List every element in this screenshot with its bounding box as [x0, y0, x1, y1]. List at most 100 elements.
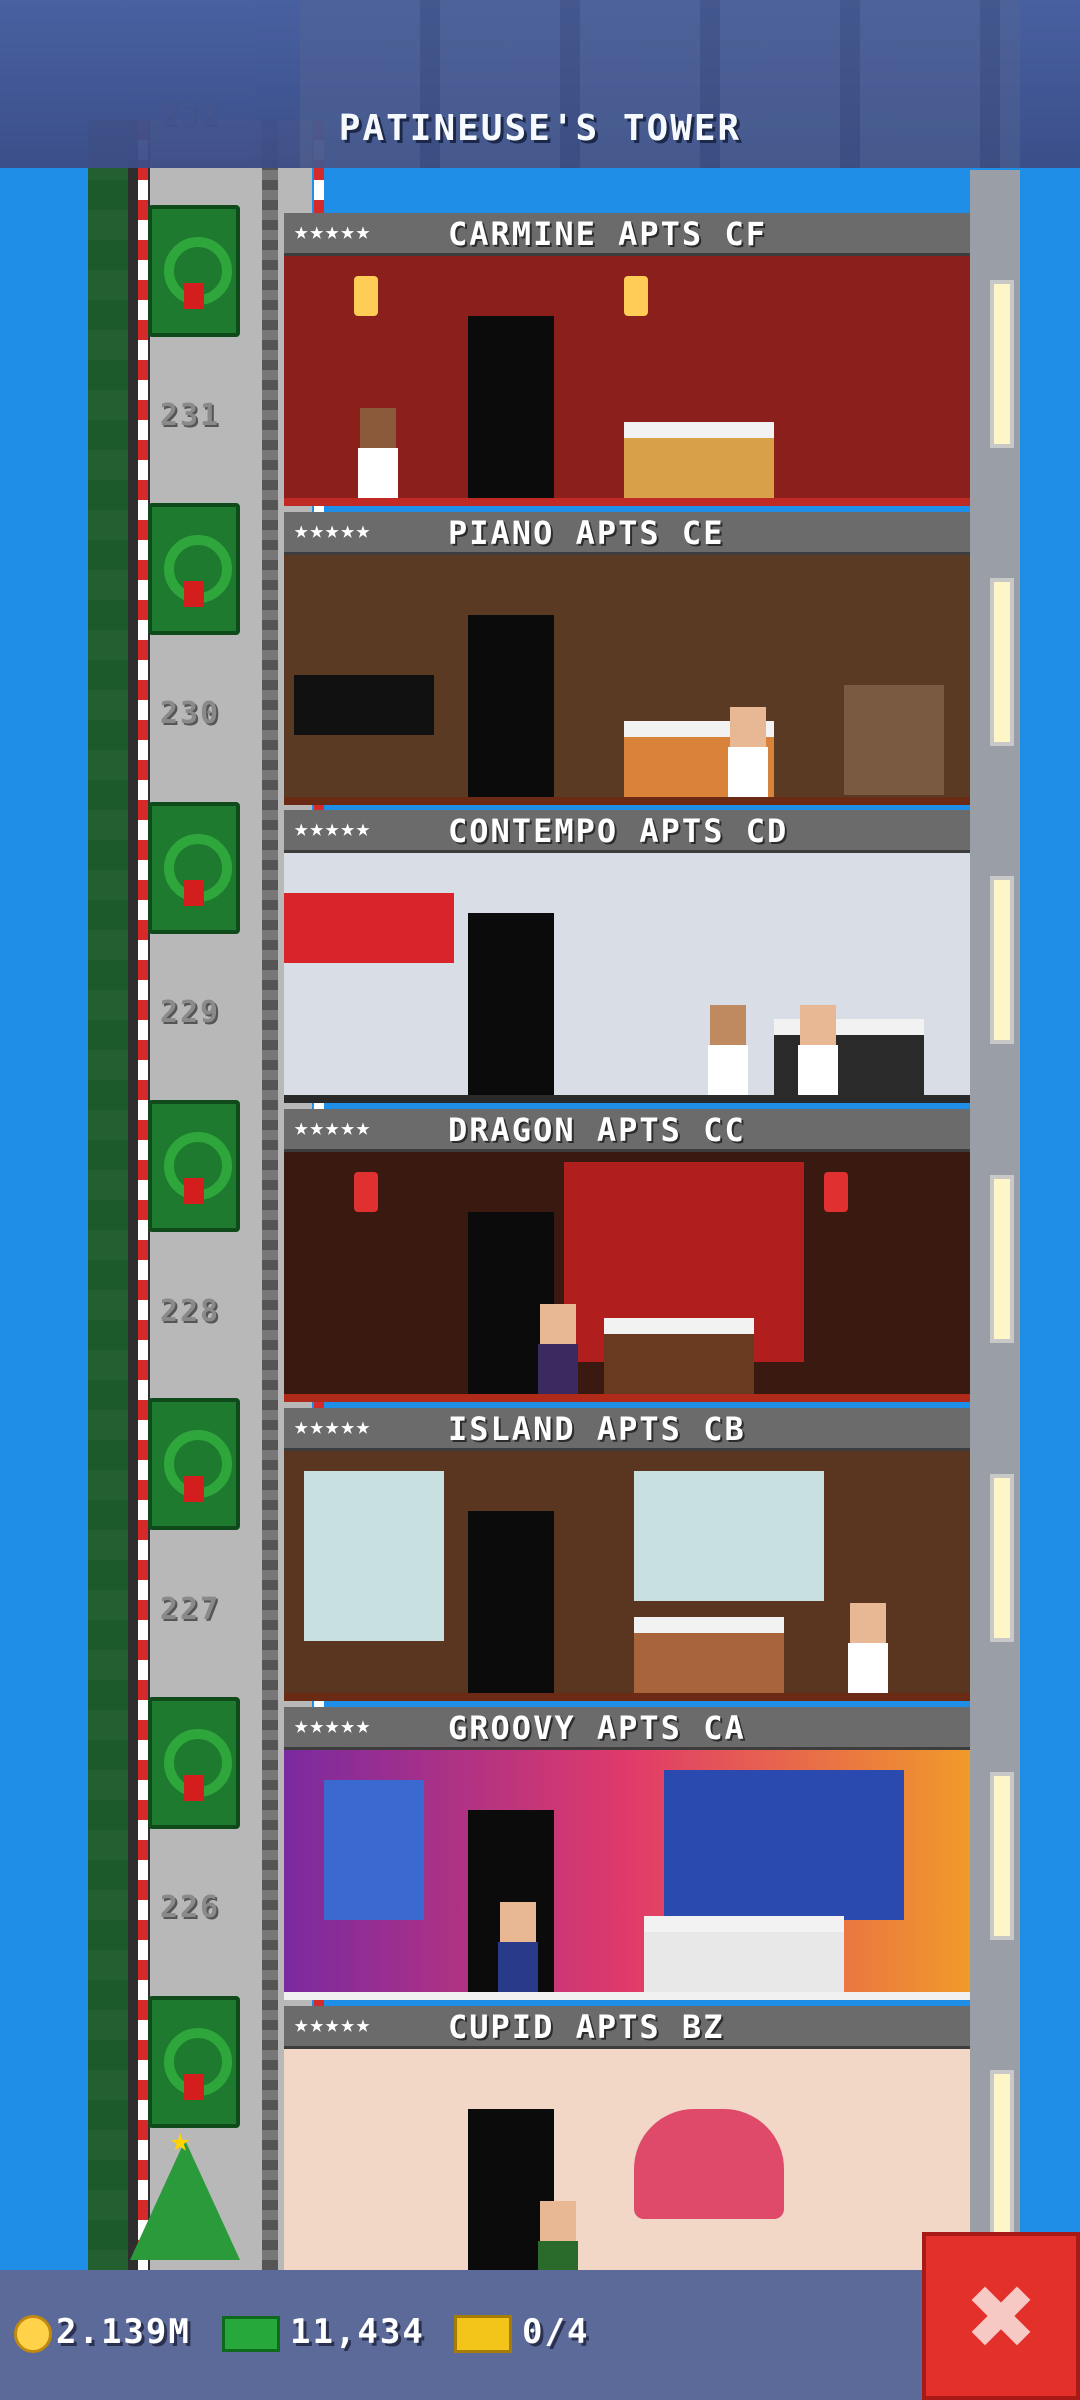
floor-stars: ★★★★★ — [294, 217, 372, 245]
elevator-floor-number: 231 — [159, 398, 221, 433]
room-interior — [284, 256, 970, 506]
floor-stars: ★★★★★ — [294, 1412, 372, 1440]
window-light — [990, 280, 1014, 448]
wreath-icon — [148, 1100, 240, 1232]
bed — [624, 422, 774, 498]
window-light — [990, 876, 1014, 1044]
window-light — [990, 578, 1014, 746]
tower-resident[interactable] — [354, 408, 402, 500]
elevator-floor-number: 226 — [159, 1890, 221, 1925]
fireplace — [844, 685, 944, 795]
wreath-icon — [148, 802, 240, 934]
room-interior — [284, 853, 970, 1103]
floor-stars: ★★★★★ — [294, 1113, 372, 1141]
tickets-display[interactable]: 0/4 — [454, 2302, 589, 2362]
elevator-rope-left — [138, 120, 148, 2270]
piano — [294, 675, 434, 735]
bux-display[interactable]: 11,434 — [222, 2302, 425, 2362]
floor-label-bar: ★★★★★ CONTEMPO APTS CD — [284, 810, 970, 853]
floor-label-bar: ★★★★★ CARMINE APTS CF — [284, 213, 970, 256]
coin-icon — [14, 2314, 52, 2353]
floor-label-bar: ★★★★★ DRAGON APTS CC — [284, 1109, 970, 1152]
tower-resident[interactable] — [794, 1005, 842, 1097]
window-light — [990, 1772, 1014, 1940]
floor-name: DRAGON APTS CC — [448, 1111, 746, 1149]
window — [634, 1471, 824, 1601]
room-door — [468, 615, 554, 805]
floor-piano-apts[interactable]: ★★★★★ PIANO APTS CE — [284, 512, 970, 810]
floor-contempo-apts[interactable]: ★★★★★ CONTEMPO APTS CD — [284, 810, 970, 1108]
wreath-icon — [148, 1398, 240, 1530]
tower-resident[interactable] — [494, 1902, 542, 1994]
tower-resident[interactable] — [704, 1005, 752, 1097]
room-interior — [284, 555, 970, 805]
shaft-rail-right — [262, 120, 278, 2270]
tickets-value: 0/4 — [522, 2312, 590, 2352]
elevator-floor-number: 228 — [159, 1294, 221, 1329]
tower-resident[interactable] — [844, 1603, 892, 1695]
window-light — [990, 2070, 1014, 2238]
floor-name: CONTEMPO APTS CD — [448, 812, 789, 850]
room-door — [468, 1511, 554, 1701]
lantern — [824, 1172, 848, 1212]
bed — [634, 1617, 784, 1693]
floor-carmine-apts[interactable]: ★★★★★ CARMINE APTS CF — [284, 213, 970, 511]
elevator-floor-number: 230 — [159, 696, 221, 731]
room-door — [468, 316, 554, 506]
floor-label-bar: ★★★★★ GROOVY APTS CA — [284, 1707, 970, 1750]
christmas-tree-icon: ★ — [130, 2120, 240, 2270]
floor-label-bar: ★★★★★ CUPID APTS BZ — [284, 2006, 970, 2049]
window-light — [990, 1175, 1014, 1343]
tower-header: PATINEUSE'S TOWER — [0, 0, 1080, 168]
room-interior — [284, 2049, 970, 2299]
bottom-hud: 2.139M 11,434 0/4 — [0, 2270, 1080, 2400]
wall-lamp — [624, 276, 648, 316]
flag-poster — [664, 1770, 904, 1920]
lantern — [354, 1172, 378, 1212]
floor-stars: ★★★★★ — [294, 1711, 372, 1739]
floor-stars: ★★★★★ — [294, 814, 372, 842]
elevator-floor-number: 229 — [159, 995, 221, 1030]
floor-name: CARMINE APTS CF — [448, 215, 767, 253]
floor-island-apts[interactable]: ★★★★★ ISLAND APTS CB — [284, 1408, 970, 1706]
floor-dragon-apts[interactable]: ★★★★★ DRAGON APTS CC — [284, 1109, 970, 1407]
floor-name: CUPID APTS BZ — [448, 2008, 725, 2046]
close-button[interactable]: ✖ — [922, 2232, 1080, 2400]
bed — [604, 1318, 754, 1394]
bux-value: 11,434 — [290, 2312, 425, 2352]
window-light — [990, 1474, 1014, 1642]
sofa — [644, 1916, 844, 1992]
floor-stars: ★★★★★ — [294, 516, 372, 544]
room-interior — [284, 1152, 970, 1402]
wreath-icon — [148, 503, 240, 635]
elevator-floor-number: 227 — [159, 1592, 221, 1627]
floor-name: ISLAND APTS CB — [448, 1410, 746, 1448]
coins-display[interactable]: 2.139M — [14, 2302, 191, 2362]
ticket-icon — [454, 2314, 512, 2353]
floor-groovy-apts[interactable]: ★★★★★ GROOVY APTS CA — [284, 1707, 970, 2005]
coins-value: 2.139M — [56, 2312, 191, 2352]
wreath-icon — [148, 1996, 240, 2128]
close-icon: ✖ — [964, 2266, 1038, 2369]
wall-panel — [284, 893, 454, 963]
floor-label-bar: ★★★★★ PIANO APTS CE — [284, 512, 970, 555]
room-door — [468, 913, 554, 1103]
shaft-rail — [88, 120, 128, 2270]
room-interior — [284, 1451, 970, 1701]
floor-name: PIANO APTS CE — [448, 514, 725, 552]
window — [304, 1471, 444, 1641]
floor-cupid-apts[interactable]: ★★★★★ CUPID APTS BZ — [284, 2006, 970, 2304]
floor-label-bar: ★★★★★ ISLAND APTS CB — [284, 1408, 970, 1451]
wreath-icon — [148, 205, 240, 337]
wreath-icon — [148, 1697, 240, 1829]
peace-poster — [324, 1780, 424, 1920]
floor-stars: ★★★★★ — [294, 2010, 372, 2038]
room-interior — [284, 1750, 970, 2000]
bux-icon — [222, 2315, 280, 2352]
floor-name: GROOVY APTS CA — [448, 1709, 746, 1747]
tower-resident[interactable] — [724, 707, 772, 799]
heart-bed — [634, 2109, 784, 2219]
wall-lamp — [354, 276, 378, 316]
tower-resident[interactable] — [534, 1304, 582, 1396]
tower-title: PATINEUSE'S TOWER — [338, 108, 742, 149]
